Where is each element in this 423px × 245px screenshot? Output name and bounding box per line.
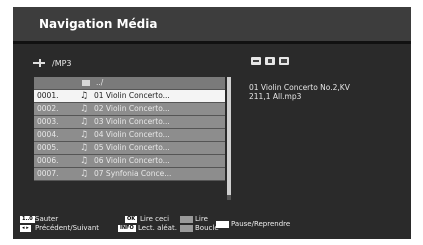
media-browser-screen: Navigation Média /MP3 ../ 0001. ♫ 01 Vio… bbox=[13, 7, 411, 239]
info-key: INFO bbox=[118, 225, 136, 232]
track-number: 0005. bbox=[37, 143, 59, 152]
color-key-swatch bbox=[180, 216, 193, 223]
prev-next-label: Précédent/Suivant bbox=[35, 224, 100, 232]
parent-folder-label: ../ bbox=[96, 78, 104, 87]
music-note-icon: ♫ bbox=[80, 156, 89, 166]
parent-folder-row[interactable]: ../ bbox=[34, 77, 225, 90]
sauter-label: Sauter bbox=[35, 215, 59, 223]
lire-label: Lire bbox=[195, 215, 208, 223]
usb-icon bbox=[33, 59, 47, 67]
color-key-swatch bbox=[216, 221, 229, 228]
track-name: 04 Violin Concerto... bbox=[94, 130, 170, 139]
repeat-icon bbox=[251, 57, 261, 65]
track-name: 03 Violin Concerto... bbox=[94, 117, 170, 126]
lect-aleat-label: Lect. aléat. bbox=[138, 224, 177, 232]
scrollbar[interactable] bbox=[227, 77, 231, 200]
lire-ceci-label: Lire ceci bbox=[140, 215, 170, 223]
music-note-icon: ♫ bbox=[80, 117, 89, 127]
music-note-icon: ♫ bbox=[80, 143, 89, 153]
music-note-icon: ♫ bbox=[80, 169, 89, 179]
list-item[interactable]: 0003. ♫ 03 Violin Concerto... bbox=[34, 116, 225, 129]
track-name: 06 Violin Concerto... bbox=[94, 156, 170, 165]
track-number: 0003. bbox=[37, 117, 59, 126]
track-name: 05 Violin Concerto... bbox=[94, 143, 170, 152]
ok-key: OK bbox=[125, 216, 138, 223]
track-name: 02 Violin Concerto... bbox=[94, 104, 170, 113]
shuffle-icon bbox=[265, 57, 275, 65]
scroll-thumb[interactable] bbox=[227, 77, 231, 195]
title-bar: Navigation Média bbox=[13, 7, 411, 41]
music-note-icon: ♫ bbox=[80, 104, 89, 114]
track-name: 07 Synfonia Conce... bbox=[94, 169, 172, 178]
status-icons bbox=[251, 57, 289, 65]
list-item[interactable]: 0002. ♫ 02 Violin Concerto... bbox=[34, 103, 225, 116]
display-icon bbox=[279, 57, 289, 65]
current-path: /MP3 bbox=[33, 56, 72, 70]
color-key-swatch bbox=[180, 225, 193, 232]
title-divider bbox=[13, 41, 411, 44]
list-item[interactable]: 0001. ♫ 01 Violin Concerto... bbox=[34, 90, 225, 103]
track-info: 01 Violin Concerto No.2,KV 211,1 All.mp3 bbox=[249, 83, 404, 101]
music-note-icon: ♫ bbox=[80, 130, 89, 140]
list-item[interactable]: 0004. ♫ 04 Violin Concerto... bbox=[34, 129, 225, 142]
track-number: 0001. bbox=[37, 91, 59, 100]
track-number: 0002. bbox=[37, 104, 59, 113]
track-number: 0004. bbox=[37, 130, 59, 139]
track-number: 0006. bbox=[37, 156, 59, 165]
folder-icon bbox=[82, 80, 90, 86]
page-title: Navigation Média bbox=[39, 17, 158, 31]
track-info-line2: 211,1 All.mp3 bbox=[249, 92, 302, 101]
track-number: 0007. bbox=[37, 169, 59, 178]
path-text: /MP3 bbox=[52, 58, 72, 68]
footer-legend: 1..0 Sauter ◂ ▸ Précédent/Suivant OK Lir… bbox=[13, 212, 411, 239]
list-item[interactable]: 0005. ♫ 05 Violin Concerto... bbox=[34, 142, 225, 155]
track-info-line1: 01 Violin Concerto No.2,KV bbox=[249, 83, 350, 92]
file-list[interactable]: ../ 0001. ♫ 01 Violin Concerto... 0002. … bbox=[34, 77, 231, 200]
left-right-keys-icon: ◂ ▸ bbox=[20, 225, 31, 232]
list-item[interactable]: 0007. ♫ 07 Synfonia Conce... bbox=[34, 168, 225, 181]
list-item[interactable]: 0006. ♫ 06 Violin Concerto... bbox=[34, 155, 225, 168]
track-name: 01 Violin Concerto... bbox=[94, 91, 170, 100]
music-note-icon: ♫ bbox=[80, 91, 89, 101]
pause-reprendre-label: Pause/Reprendre bbox=[231, 220, 291, 228]
number-keys: 1..0 bbox=[20, 216, 35, 223]
